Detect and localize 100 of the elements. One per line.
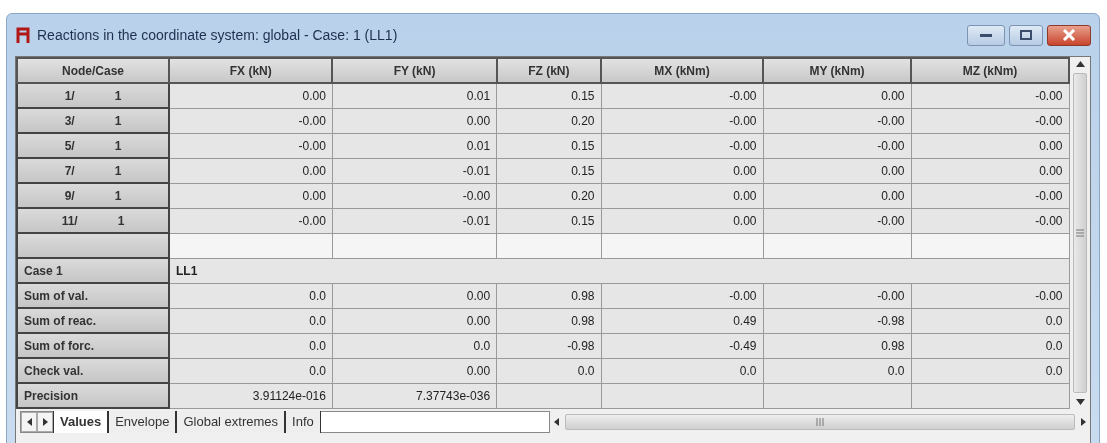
table-cell: -0.00 bbox=[332, 183, 497, 208]
row-header[interactable]: Sum of val. bbox=[17, 283, 169, 308]
row-header[interactable]: 11/ 1 bbox=[17, 208, 169, 233]
close-icon bbox=[1062, 29, 1076, 41]
scrollbar-thumb[interactable] bbox=[565, 414, 1075, 430]
table-cell: -0.98 bbox=[496, 333, 601, 358]
table-cell: -0.00 bbox=[911, 108, 1069, 133]
table-cell: LL1 bbox=[169, 258, 1069, 283]
tab-scroll-left-button[interactable] bbox=[21, 412, 37, 432]
table-cell: -0.00 bbox=[601, 83, 763, 108]
left-arrow-icon bbox=[26, 418, 32, 426]
table-cell: 0.01 bbox=[332, 83, 497, 108]
table-cell: 0.00 bbox=[601, 208, 763, 233]
table-cell: -0.98 bbox=[763, 308, 911, 333]
scroll-left-icon[interactable] bbox=[554, 418, 559, 426]
table-cell: -0.00 bbox=[601, 283, 763, 308]
row-header[interactable]: Sum of forc. bbox=[17, 333, 169, 358]
window-title: Reactions in the coordinate system: global - Case: 1 (LL1) bbox=[37, 25, 398, 45]
table-cell: -0.00 bbox=[911, 283, 1069, 308]
table-cell: 0.0 bbox=[332, 333, 497, 358]
column-header[interactable]: MY (kNm) bbox=[763, 58, 911, 83]
table-cell: 0.15 bbox=[496, 158, 601, 183]
column-header[interactable]: MX (kNm) bbox=[601, 58, 763, 83]
table-cell: 0.0 bbox=[763, 358, 911, 383]
row-header[interactable]: 5/ 1 bbox=[17, 133, 169, 158]
table-cell: 0.0 bbox=[911, 358, 1069, 383]
row-header[interactable]: 9/ 1 bbox=[17, 183, 169, 208]
row-header[interactable]: 7/ 1 bbox=[17, 158, 169, 183]
table-cell: 0.00 bbox=[763, 158, 911, 183]
tab[interactable]: Envelope bbox=[108, 411, 177, 433]
scrollbar-thumb[interactable] bbox=[1073, 73, 1087, 393]
table-cell: 0.00 bbox=[601, 183, 763, 208]
right-arrow-icon bbox=[42, 418, 48, 426]
table-cell: 0.98 bbox=[496, 308, 601, 333]
table-cell: 0.0 bbox=[911, 333, 1069, 358]
table-cell: 0.00 bbox=[763, 83, 911, 108]
table-cell: 0.00 bbox=[169, 183, 333, 208]
table-cell: 0.0 bbox=[169, 333, 333, 358]
table-cell: 3.91124e-016 bbox=[169, 383, 333, 408]
table-cell: 0.20 bbox=[496, 108, 601, 133]
table-cell: 0.00 bbox=[763, 183, 911, 208]
table-cell: 0.0 bbox=[911, 308, 1069, 333]
table-cell: 0.0 bbox=[601, 358, 763, 383]
tab[interactable]: Info bbox=[285, 411, 321, 433]
minimize-button[interactable] bbox=[967, 24, 1005, 46]
table-cell: 0.00 bbox=[169, 83, 333, 108]
row-header[interactable]: Case 1 bbox=[17, 258, 169, 283]
table-cell: -0.00 bbox=[911, 183, 1069, 208]
row-header[interactable]: 1/ 1 bbox=[17, 83, 169, 108]
table-cell: -0.00 bbox=[601, 133, 763, 158]
close-button[interactable] bbox=[1047, 24, 1091, 46]
table-cell: 0.98 bbox=[763, 333, 911, 358]
scroll-right-icon[interactable] bbox=[1081, 418, 1086, 426]
table-cell: -0.00 bbox=[169, 133, 333, 158]
table-cell: -0.00 bbox=[763, 108, 911, 133]
tab-scroll-right-button[interactable] bbox=[37, 412, 53, 432]
table-cell: 0.49 bbox=[601, 308, 763, 333]
table-cell: 0.15 bbox=[496, 208, 601, 233]
table-cell: 0.00 bbox=[332, 283, 497, 308]
maximize-button[interactable] bbox=[1009, 24, 1043, 46]
tab[interactable]: Values bbox=[53, 411, 109, 433]
table-cell: -0.00 bbox=[911, 208, 1069, 233]
tab[interactable]: Global extremes bbox=[176, 411, 286, 433]
table-cell: 0.0 bbox=[169, 308, 333, 333]
table-cell: 0.00 bbox=[332, 308, 497, 333]
column-header[interactable]: FX (kN) bbox=[169, 58, 333, 83]
column-header[interactable]: FZ (kN) bbox=[496, 58, 601, 83]
row-header[interactable]: Precision bbox=[17, 383, 169, 408]
table-cell: 0.01 bbox=[332, 133, 497, 158]
table-cell: 0.00 bbox=[911, 158, 1069, 183]
table-cell: -0.00 bbox=[601, 108, 763, 133]
table-cell: 0.00 bbox=[601, 158, 763, 183]
table-cell: 0.00 bbox=[332, 358, 497, 383]
table-cell: -0.00 bbox=[763, 133, 911, 158]
table-cell: 0.98 bbox=[496, 283, 601, 308]
table-cell: -0.49 bbox=[601, 333, 763, 358]
app-icon bbox=[15, 26, 31, 44]
table-cell: 0.0 bbox=[496, 358, 601, 383]
row-header[interactable]: 3/ 1 bbox=[17, 108, 169, 133]
table-cell: -0.00 bbox=[911, 83, 1069, 108]
column-header[interactable]: MZ (kNm) bbox=[911, 58, 1069, 83]
column-header[interactable]: Node/Case bbox=[17, 58, 169, 83]
table-cell: -0.00 bbox=[763, 208, 911, 233]
scroll-down-icon[interactable] bbox=[1075, 399, 1085, 405]
table-cell: -0.01 bbox=[332, 208, 497, 233]
table-cell: -0.00 bbox=[763, 283, 911, 308]
table-cell: 0.15 bbox=[496, 133, 601, 158]
maximize-icon bbox=[1020, 30, 1032, 40]
table-cell: 0.00 bbox=[911, 133, 1069, 158]
table-cell: 0.00 bbox=[169, 158, 333, 183]
table-cell: 0.00 bbox=[332, 108, 497, 133]
table-cell: 0.20 bbox=[496, 183, 601, 208]
table-cell: -0.01 bbox=[332, 158, 497, 183]
scroll-up-icon[interactable] bbox=[1075, 61, 1085, 67]
table-cell: -0.00 bbox=[169, 108, 333, 133]
column-header[interactable]: FY (kN) bbox=[332, 58, 497, 83]
row-header[interactable]: Check val. bbox=[17, 358, 169, 383]
table-cell: 0.0 bbox=[169, 283, 333, 308]
row-header[interactable]: Sum of reac. bbox=[17, 308, 169, 333]
table-cell: 0.0 bbox=[169, 358, 333, 383]
